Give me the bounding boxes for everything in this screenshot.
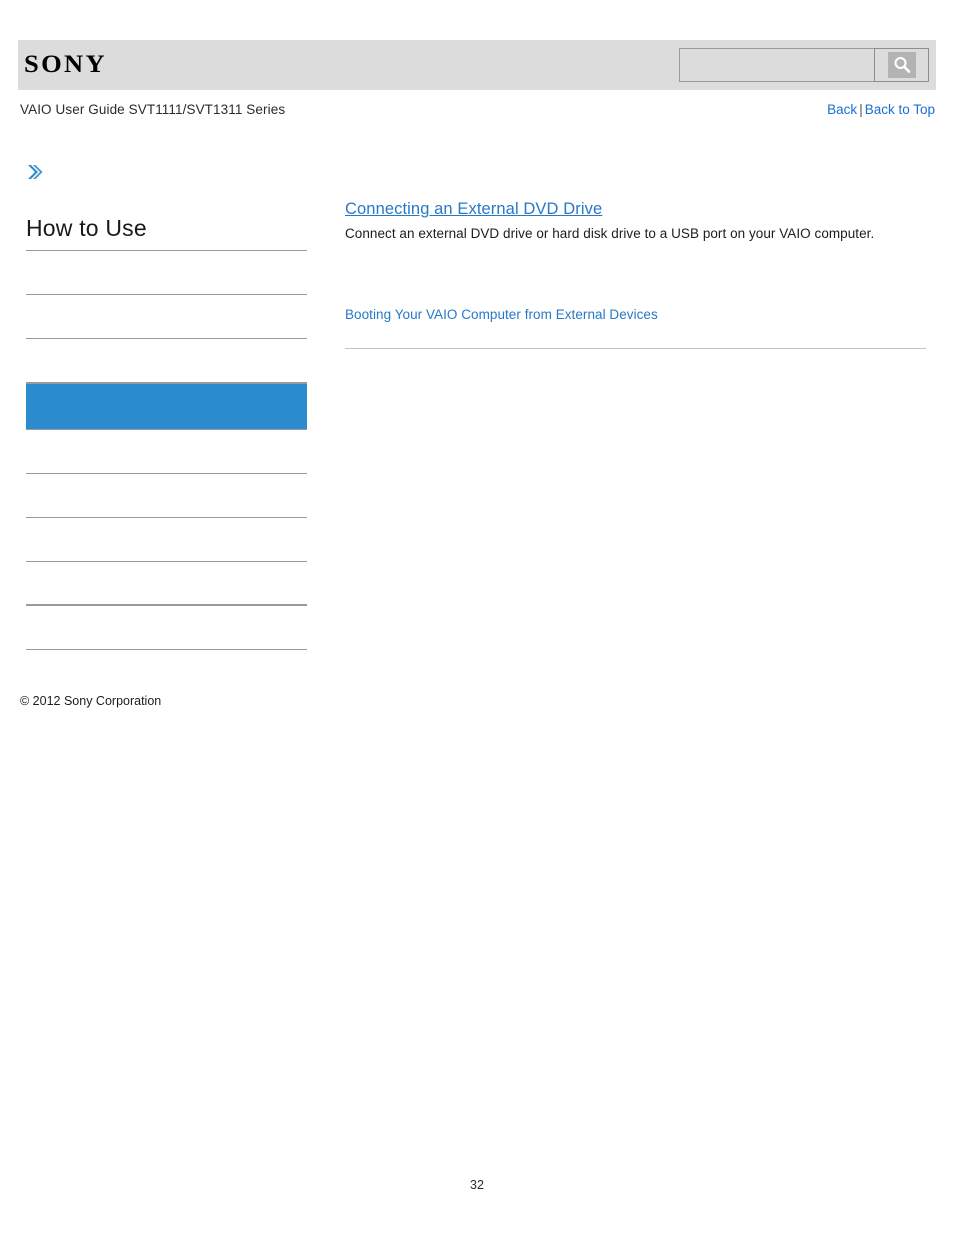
entry-title-link[interactable]: Connecting an External DVD Drive <box>345 200 602 218</box>
chevron-double-right-icon[interactable] <box>26 162 44 182</box>
search-input[interactable] <box>679 48 874 82</box>
sidebar: How to Use <box>26 214 307 650</box>
entry-spacer <box>345 243 926 305</box>
content-divider <box>345 348 926 349</box>
main-content: Connecting an External DVD Drive Connect… <box>345 198 926 349</box>
sidebar-heading: How to Use <box>26 214 307 251</box>
page-number: 32 <box>470 1178 484 1192</box>
entry-description: Connect an external DVD drive or hard di… <box>345 226 875 241</box>
sidebar-item-1[interactable] <box>26 251 307 295</box>
sidebar-item-5[interactable] <box>26 430 307 474</box>
guide-title: VAIO User Guide SVT1111/SVT1311 Series <box>20 102 286 117</box>
sony-logo: SONY <box>24 51 107 78</box>
sidebar-item-3[interactable] <box>26 339 307 383</box>
search-button[interactable] <box>874 48 929 82</box>
sidebar-item-2[interactable] <box>26 295 307 339</box>
link-separator: | <box>859 102 863 117</box>
search-icon <box>887 52 916 78</box>
top-links: Back | Back to Top <box>827 102 935 117</box>
back-link[interactable]: Back <box>827 102 857 117</box>
sidebar-item-4-selected[interactable] <box>26 383 307 430</box>
search-bar <box>679 48 929 82</box>
sidebar-item-9[interactable] <box>26 606 307 650</box>
sidebar-item-6[interactable] <box>26 474 307 518</box>
booting-external-devices-link[interactable]: Booting Your VAIO Computer from External… <box>345 305 926 324</box>
sidebar-item-8[interactable] <box>26 562 307 606</box>
sidebar-item-7[interactable] <box>26 518 307 562</box>
back-to-top-link[interactable]: Back to Top <box>865 102 935 117</box>
copyright-text: © 2012 Sony Corporation <box>20 694 162 708</box>
